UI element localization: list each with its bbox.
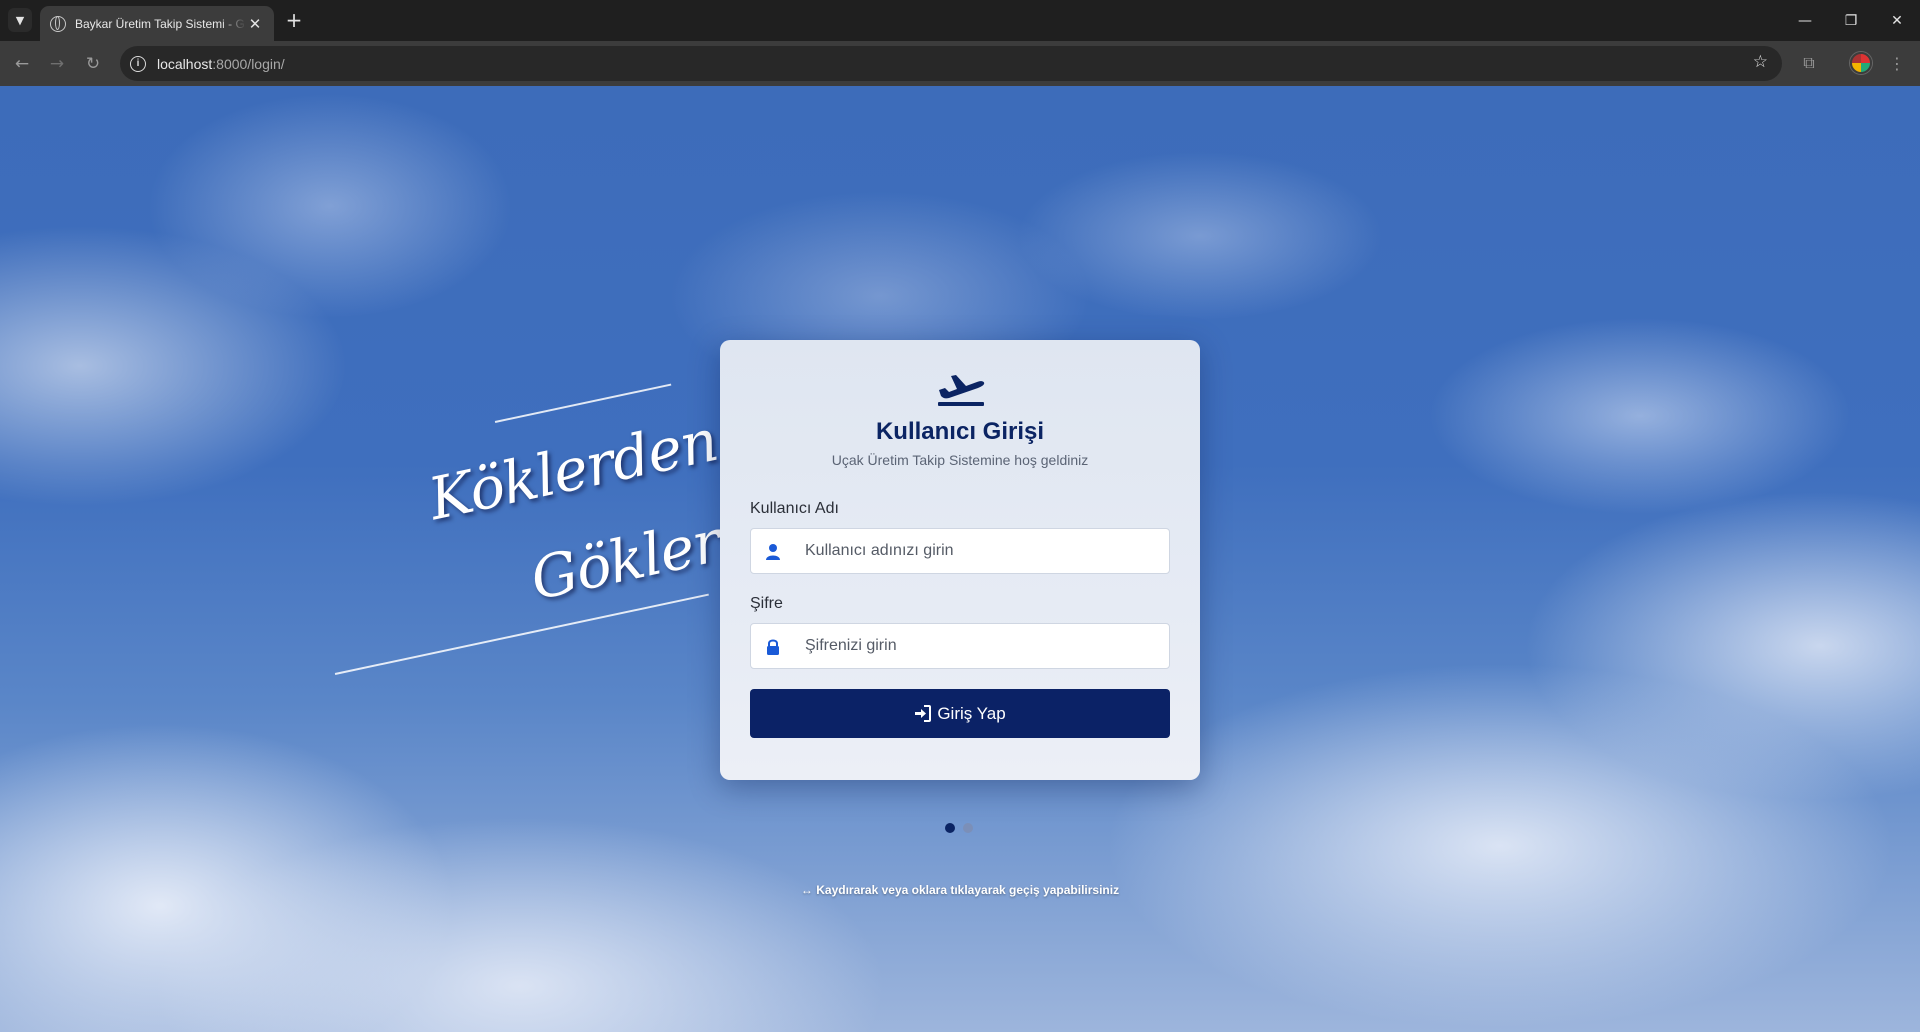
password-label: Şifre (750, 595, 783, 612)
url-text[interactable]: localhost:8000/login/ (157, 56, 285, 72)
username-input[interactable] (803, 529, 1163, 573)
address-bar[interactable]: i localhost:8000/login/ ☆ (120, 46, 1782, 81)
url-path: :8000/login/ (212, 55, 285, 72)
login-title: Kullanıcı Girişi (875, 418, 1045, 445)
slogan-decor-line (494, 383, 672, 423)
sign-in-icon (915, 705, 932, 722)
lock-icon (767, 639, 779, 655)
login-card: Kullanıcı Girişi Uçak Üretim Takip Siste… (720, 340, 1200, 780)
restore-button[interactable]: ❐ (1828, 0, 1874, 41)
password-input[interactable] (803, 624, 1163, 668)
login-submit-button[interactable]: Giriş Yap (750, 689, 1170, 738)
new-tab-button[interactable]: + (282, 9, 306, 33)
tab-close-icon[interactable]: ✕ (246, 15, 264, 33)
minimize-button[interactable]: — (1782, 0, 1828, 41)
user-icon (766, 544, 780, 560)
forward-icon[interactable]: → (44, 51, 70, 77)
slogan-decor-line (334, 593, 709, 675)
carousel-hint: ↔ Kaydırarak veya oklara tıklayarak geçi… (800, 883, 1120, 897)
airplane-departure-icon (938, 375, 985, 406)
password-field-wrapper (750, 623, 1170, 669)
site-info-icon[interactable]: i (130, 55, 146, 72)
browser-tabbar: ▼ Baykar Üretim Takip Sistemi - G ✕ + — … (0, 0, 1920, 41)
tab-search-icon[interactable]: ▼ (8, 8, 32, 32)
reload-icon[interactable]: ↻ (80, 51, 106, 77)
bookmark-star-icon[interactable]: ☆ (1753, 52, 1768, 72)
login-submit-label: Giriş Yap (937, 703, 1006, 723)
page-viewport: Köklerden Göklere ‹ › Kullanıcı Girişi U… (0, 86, 1920, 1032)
profile-avatar[interactable] (1850, 52, 1872, 74)
browser-tab[interactable]: Baykar Üretim Takip Sistemi - G ✕ (40, 6, 274, 41)
carousel-indicators (945, 823, 973, 833)
login-subtitle: Uçak Üretim Takip Sistemine hoş geldiniz (831, 452, 1089, 468)
window-close-button[interactable]: ✕ (1874, 0, 1920, 41)
username-field-wrapper (750, 528, 1170, 574)
carousel-dot-2[interactable] (963, 823, 973, 833)
carousel-dot-1[interactable] (945, 823, 955, 833)
tab-title: Baykar Üretim Takip Sistemi - G (75, 16, 245, 31)
more-menu-icon[interactable]: ⋮ (1886, 51, 1908, 75)
back-icon[interactable]: ← (9, 51, 35, 77)
username-label: Kullanıcı Adı (750, 500, 839, 517)
extensions-icon[interactable]: ⧉ (1797, 51, 1821, 75)
browser-toolbar: ← → ↻ i localhost:8000/login/ ☆ (0, 41, 1920, 86)
globe-icon (50, 15, 66, 32)
url-host: localhost (157, 55, 213, 72)
